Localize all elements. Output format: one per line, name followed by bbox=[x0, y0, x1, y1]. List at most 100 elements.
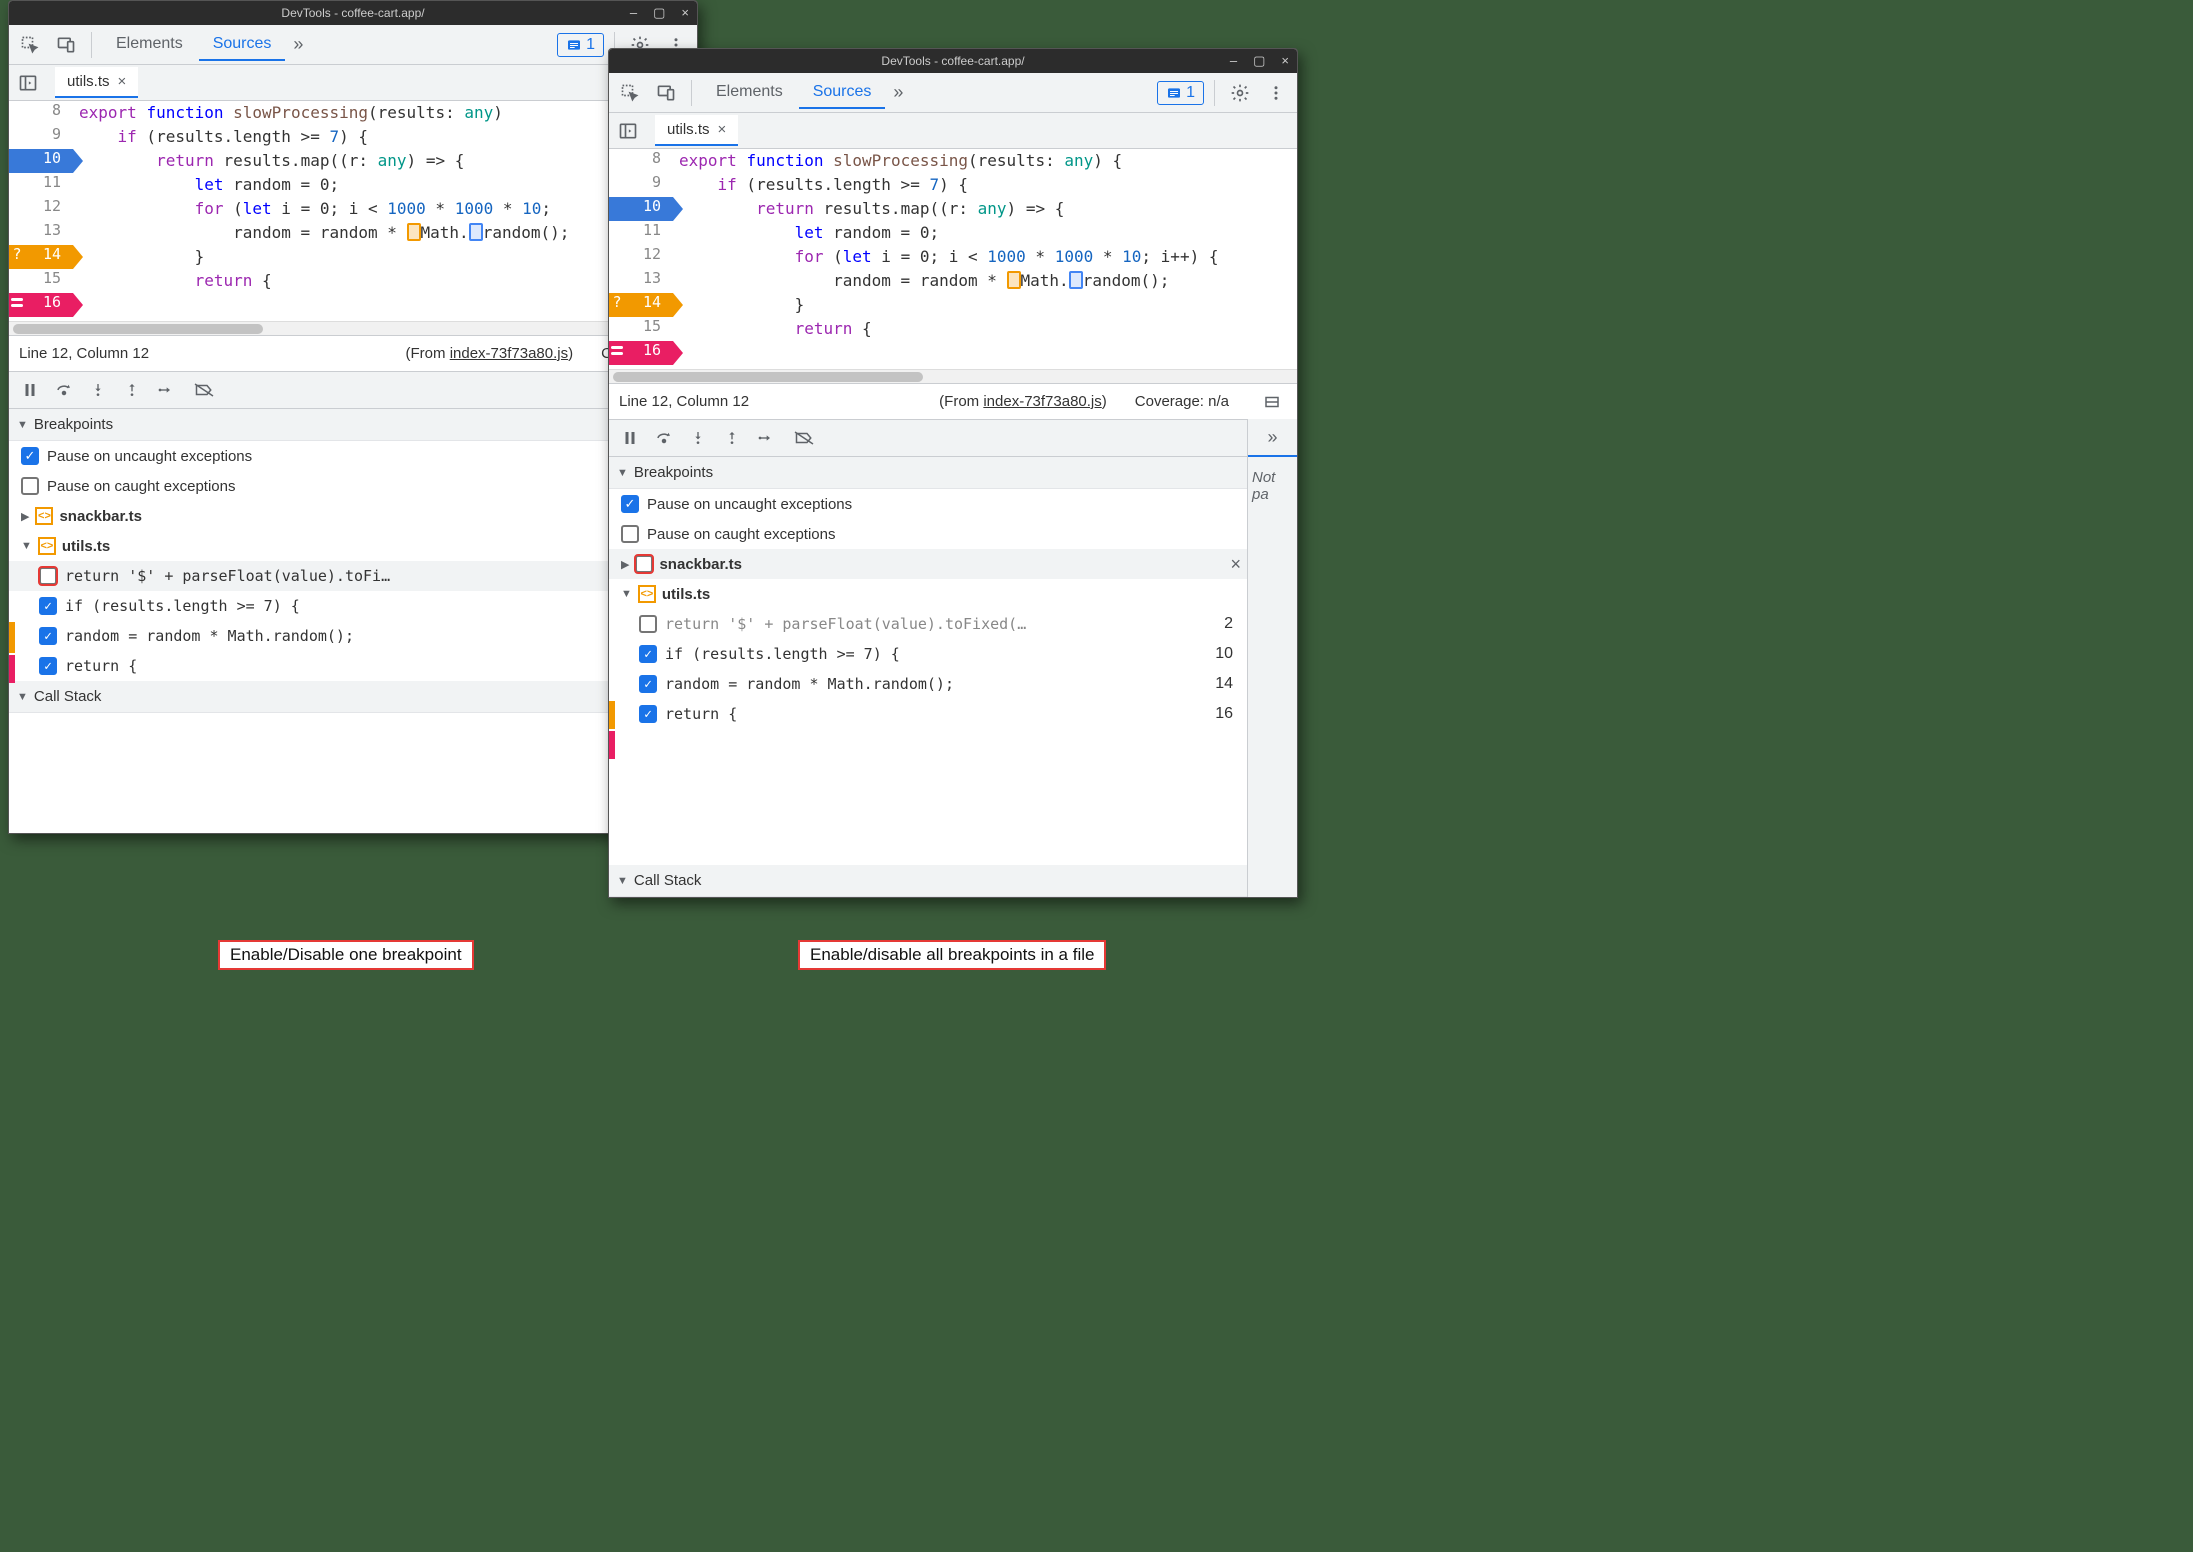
file-tab-utils[interactable]: utils.ts × bbox=[55, 67, 138, 98]
breakpoint-item[interactable]: return { 16 bbox=[9, 651, 697, 681]
file-checkbox-unchecked[interactable] bbox=[635, 555, 653, 573]
device-toggle-icon[interactable] bbox=[51, 30, 81, 60]
pause-caught-row[interactable]: Pause on caught exceptions bbox=[609, 519, 1247, 549]
step-icon[interactable] bbox=[751, 423, 781, 453]
line-number[interactable]: 15 bbox=[609, 317, 667, 335]
breakpoint-item[interactable]: return { 16 bbox=[609, 699, 1247, 729]
line-number[interactable]: 11 bbox=[9, 173, 67, 191]
breakpoint-item[interactable]: return '$' + parseFloat(value).toFixed(…… bbox=[609, 609, 1247, 639]
pause-uncaught-row[interactable]: Pause on uncaught exceptions bbox=[609, 489, 1247, 519]
line-number[interactable]: 8 bbox=[609, 149, 667, 167]
callstack-header[interactable]: ▼Call Stack bbox=[609, 865, 1247, 897]
pause-uncaught-row[interactable]: Pause on uncaught exceptions bbox=[9, 441, 697, 471]
expand-drawer-icon[interactable]: » bbox=[1261, 427, 1283, 448]
line-number[interactable]: 13 bbox=[9, 221, 67, 239]
chevron-down-icon: ▼ bbox=[17, 691, 28, 703]
line-number[interactable]: 11 bbox=[609, 221, 667, 239]
breakpoint-file-snackbar[interactable]: ▶ snackbar.ts × bbox=[609, 549, 1247, 579]
show-navigator-icon[interactable] bbox=[13, 68, 43, 98]
checkbox-checked[interactable] bbox=[39, 597, 57, 615]
step-icon[interactable] bbox=[151, 375, 181, 405]
checkbox-unchecked[interactable] bbox=[21, 477, 39, 495]
checkbox-checked[interactable] bbox=[39, 657, 57, 675]
minimize-button[interactable]: – bbox=[626, 5, 641, 21]
line-number[interactable]: 10 bbox=[9, 149, 67, 167]
show-navigator-icon[interactable] bbox=[613, 116, 643, 146]
breakpoints-header[interactable]: ▼Breakpoints bbox=[9, 409, 697, 441]
more-tabs-icon[interactable]: » bbox=[287, 34, 309, 55]
inspect-icon[interactable] bbox=[15, 30, 45, 60]
close-icon[interactable]: × bbox=[118, 73, 127, 90]
deactivate-breakpoints-icon[interactable] bbox=[189, 375, 219, 405]
breakpoint-item[interactable]: return '$' + parseFloat(value).toFi… ✎ ×… bbox=[9, 561, 697, 591]
callstack-header[interactable]: ▼Call Stack bbox=[9, 681, 697, 713]
collapse-icon[interactable] bbox=[1257, 387, 1287, 417]
code-editor[interactable]: 8 9 10 11 12 13 ? 14 15 16 export functi… bbox=[9, 101, 697, 321]
code-editor[interactable]: 8 9 10 11 12 13 ? 14 15 16 export functi… bbox=[609, 149, 1297, 369]
line-number[interactable]: 9 bbox=[609, 173, 667, 191]
line-number[interactable]: 9 bbox=[9, 125, 67, 143]
maximize-button[interactable]: ▢ bbox=[649, 5, 669, 21]
source-map-info: (From index-73f73a80.js) bbox=[939, 393, 1107, 410]
step-out-icon[interactable] bbox=[717, 423, 747, 453]
minimize-button[interactable]: – bbox=[1226, 53, 1241, 69]
horizontal-scrollbar[interactable] bbox=[609, 369, 1297, 383]
line-number[interactable]: 14 bbox=[609, 293, 667, 311]
breakpoint-file-utils[interactable]: ▼ <> utils.ts bbox=[609, 579, 1247, 609]
line-number[interactable]: 10 bbox=[609, 197, 667, 215]
step-into-icon[interactable] bbox=[683, 423, 713, 453]
close-icon[interactable]: × bbox=[718, 121, 727, 138]
close-button[interactable]: × bbox=[1277, 53, 1293, 69]
checkbox-checked[interactable] bbox=[621, 495, 639, 513]
horizontal-scrollbar[interactable] bbox=[9, 321, 697, 335]
tab-elements[interactable]: Elements bbox=[102, 29, 197, 61]
step-into-icon[interactable] bbox=[83, 375, 113, 405]
kebab-menu-icon[interactable] bbox=[1261, 78, 1291, 108]
checkbox-checked[interactable] bbox=[639, 675, 657, 693]
close-button[interactable]: × bbox=[677, 5, 693, 21]
line-number[interactable]: 16 bbox=[609, 341, 667, 359]
line-number[interactable]: 14 bbox=[9, 245, 67, 263]
tab-sources[interactable]: Sources bbox=[199, 29, 286, 61]
checkbox-unchecked[interactable] bbox=[639, 615, 657, 633]
pause-icon[interactable] bbox=[615, 423, 645, 453]
line-number[interactable]: 16 bbox=[9, 293, 67, 311]
sourcemap-link[interactable]: index-73f73a80.js bbox=[450, 345, 568, 362]
step-over-icon[interactable] bbox=[49, 375, 79, 405]
line-number[interactable]: 8 bbox=[9, 101, 67, 119]
breakpoint-file-utils[interactable]: ▼ <> utils.ts bbox=[9, 531, 697, 561]
pause-caught-row[interactable]: Pause on caught exceptions bbox=[9, 471, 697, 501]
maximize-button[interactable]: ▢ bbox=[1249, 53, 1269, 69]
inspect-icon[interactable] bbox=[615, 78, 645, 108]
breakpoint-item[interactable]: if (results.length >= 7) { 10 bbox=[609, 639, 1247, 669]
pause-icon[interactable] bbox=[15, 375, 45, 405]
deactivate-breakpoints-icon[interactable] bbox=[789, 423, 819, 453]
file-tab-utils[interactable]: utils.ts × bbox=[655, 115, 738, 146]
breakpoint-file-snackbar[interactable]: ▶ <> snackbar.ts bbox=[9, 501, 697, 531]
device-toggle-icon[interactable] bbox=[651, 78, 681, 108]
checkbox-unchecked[interactable] bbox=[621, 525, 639, 543]
checkbox-checked[interactable] bbox=[21, 447, 39, 465]
breakpoint-item[interactable]: random = random * Math.random(); 14 bbox=[609, 669, 1247, 699]
breakpoint-item[interactable]: random = random * Math.random(); 14 bbox=[9, 621, 697, 651]
tab-elements[interactable]: Elements bbox=[702, 77, 797, 109]
checkbox-unchecked[interactable] bbox=[39, 567, 57, 585]
step-out-icon[interactable] bbox=[117, 375, 147, 405]
breakpoints-header[interactable]: ▼Breakpoints bbox=[609, 457, 1247, 489]
issues-badge[interactable]: 1 bbox=[557, 33, 604, 57]
checkbox-checked[interactable] bbox=[639, 705, 657, 723]
breakpoint-item[interactable]: if (results.length >= 7) { 10 bbox=[9, 591, 697, 621]
tab-sources[interactable]: Sources bbox=[799, 77, 886, 109]
checkbox-checked[interactable] bbox=[639, 645, 657, 663]
checkbox-checked[interactable] bbox=[39, 627, 57, 645]
sourcemap-link[interactable]: index-73f73a80.js bbox=[983, 393, 1101, 410]
more-tabs-icon[interactable]: » bbox=[887, 82, 909, 103]
issues-badge[interactable]: 1 bbox=[1157, 81, 1204, 105]
line-number[interactable]: 12 bbox=[9, 197, 67, 215]
line-number[interactable]: 12 bbox=[609, 245, 667, 263]
step-over-icon[interactable] bbox=[649, 423, 679, 453]
settings-icon[interactable] bbox=[1225, 78, 1255, 108]
line-number[interactable]: 15 bbox=[9, 269, 67, 287]
delete-icon[interactable]: × bbox=[1230, 554, 1241, 575]
line-number[interactable]: 13 bbox=[609, 269, 667, 287]
